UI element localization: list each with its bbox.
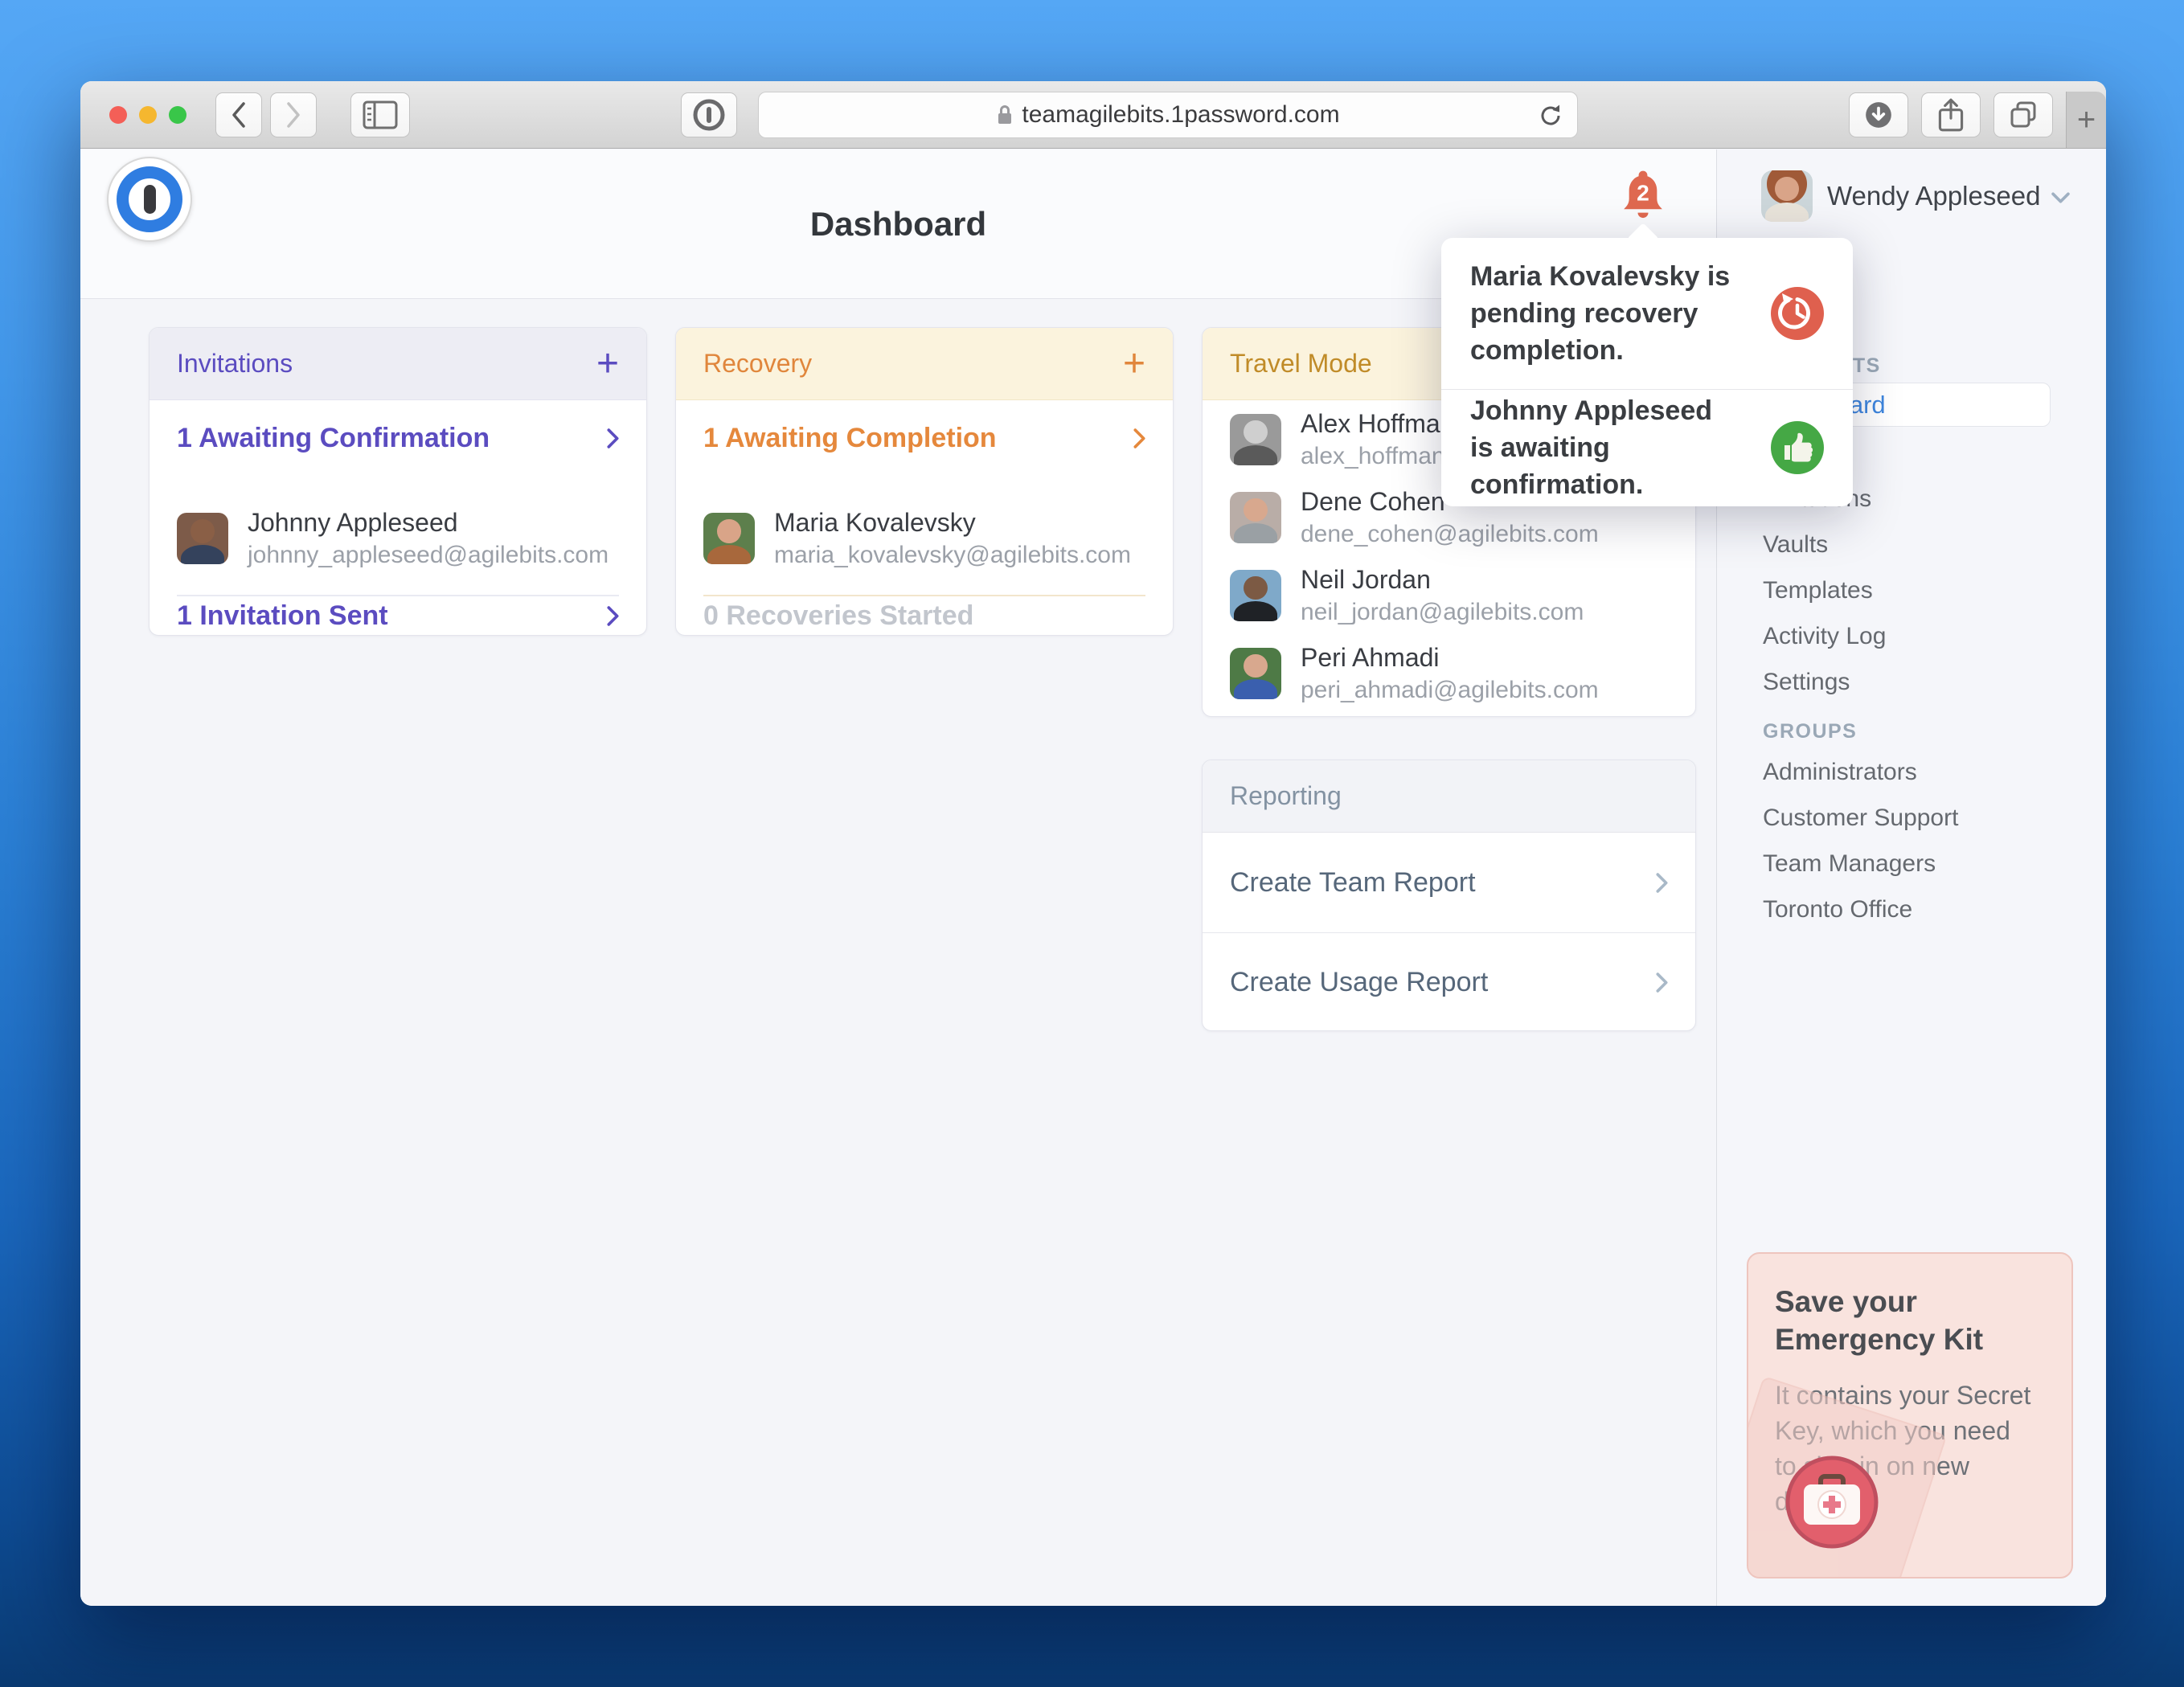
recoveries-started-row: 0 Recoveries Started — [676, 596, 1173, 635]
downloads-button[interactable] — [1849, 92, 1908, 137]
chevron-right-icon — [1133, 428, 1145, 448]
emergency-kit-title: Save your Emergency Kit — [1775, 1283, 2000, 1358]
add-invitation-button[interactable]: + — [596, 346, 619, 382]
awaiting-completion-link[interactable]: 1 Awaiting Completion — [676, 400, 1173, 476]
sidebar-item-vaults[interactable]: Vaults — [1763, 522, 1886, 567]
invitations-card-title: Invitations — [177, 349, 293, 379]
avatar — [177, 513, 228, 564]
invitation-person-row[interactable]: Johnny Appleseed johnny_appleseed@agileb… — [150, 476, 646, 595]
avatar — [1230, 570, 1281, 621]
notification-badge: 2 — [1637, 180, 1649, 205]
browser-titlebar: teamagilebits.1password.com — [80, 81, 2106, 149]
notification-item[interactable]: Maria Kovalevsky is pending recovery com… — [1441, 238, 1853, 389]
invitation-sent-link[interactable]: 1 Invitation Sent — [150, 596, 646, 635]
recovery-card-header: Recovery + — [676, 328, 1173, 400]
share-button[interactable] — [1921, 92, 1981, 137]
recovery-card-title: Recovery — [703, 349, 812, 379]
travel-person-row[interactable]: Peri Ahmadi peri_ahmadi@agilebits.com — [1203, 634, 1695, 712]
create-usage-report-link[interactable]: Create Usage Report — [1203, 932, 1695, 1031]
bell-icon: 2 — [1622, 169, 1664, 223]
tabs-icon — [2007, 99, 2039, 131]
recovery-card: Recovery + 1 Awaiting Completion Maria K… — [675, 327, 1174, 636]
sidebar-item-toronto-office[interactable]: Toronto Office — [1763, 886, 1958, 932]
chevron-down-icon — [2051, 192, 2070, 204]
zoom-window-button[interactable] — [169, 106, 186, 124]
download-icon — [1863, 100, 1894, 130]
notifications-popover: Maria Kovalevsky is pending recovery com… — [1441, 238, 1853, 506]
invitations-card-header: Invitations + — [150, 328, 646, 400]
person-email: johnny_appleseed@agilebits.com — [248, 539, 608, 571]
lock-icon — [996, 103, 1014, 127]
person-email: neil_jordan@agilebits.com — [1301, 596, 1584, 629]
account-name: Wendy Appleseed — [1827, 181, 2040, 211]
notification-item[interactable]: Johnny Appleseed is awaiting confirmatio… — [1441, 389, 1853, 506]
onepassword-extension-icon — [691, 97, 727, 133]
sidebar-item-activity-log[interactable]: Activity Log — [1763, 613, 1886, 659]
onepassword-extension-button[interactable] — [681, 92, 737, 137]
emergency-kit-card[interactable]: Save your Emergency Kit It contains your… — [1747, 1252, 2073, 1578]
person-name: Maria Kovalevsky — [774, 506, 1131, 539]
sidebar-toggle-button[interactable] — [350, 92, 410, 137]
person-email: dene_cohen@agilebits.com — [1301, 518, 1599, 551]
person-name: Neil Jordan — [1301, 563, 1584, 596]
account-menu[interactable]: Wendy Appleseed — [1761, 170, 2070, 222]
reporting-card: Reporting Create Team Report Create Usag… — [1202, 760, 1696, 1031]
reporting-card-header: Reporting — [1203, 760, 1695, 833]
travel-person-row[interactable]: Neil Jordan neil_jordan@agilebits.com — [1203, 556, 1695, 634]
share-icon — [1936, 96, 1966, 133]
travel-mode-card-title: Travel Mode — [1230, 349, 1372, 379]
url-text: teamagilebits.1password.com — [1022, 101, 1339, 129]
avatar — [1230, 492, 1281, 543]
invitations-card: Invitations + 1 Awaiting Confirmation Jo… — [149, 327, 647, 636]
person-email: peri_ahmadi@agilebits.com — [1301, 674, 1599, 706]
thumbs-up-icon — [1771, 421, 1824, 474]
chevron-right-icon — [1656, 972, 1668, 993]
sidebar-item-team-managers[interactable]: Team Managers — [1763, 841, 1958, 886]
address-bar[interactable]: teamagilebits.1password.com — [758, 92, 1578, 138]
sidebar-item-administrators[interactable]: Administrators — [1763, 749, 1958, 795]
notifications-button[interactable]: 2 — [1622, 169, 1664, 223]
chevron-right-icon — [607, 428, 619, 448]
person-name: Peri Ahmadi — [1301, 641, 1599, 674]
browser-window: teamagilebits.1password.com — [80, 81, 2106, 1606]
forward-button[interactable] — [270, 92, 317, 137]
sidebar-item-templates[interactable]: Templates — [1763, 567, 1886, 613]
reload-icon — [1537, 102, 1564, 129]
sidebar-item-customer-support[interactable]: Customer Support — [1763, 795, 1958, 841]
sidebar-item-settings[interactable]: Settings — [1763, 659, 1886, 705]
back-icon — [231, 102, 247, 128]
new-tab-button[interactable]: + — [2066, 92, 2106, 148]
avatar — [703, 513, 755, 564]
first-aid-kit-icon — [1784, 1454, 1880, 1554]
sidebar-nav: Invitations Vaults Templates Activity Lo… — [1763, 476, 1886, 705]
page-content: Dashboard 2 Invitations + 1 Awaiting Con… — [80, 149, 2106, 1606]
sidebar-icon — [363, 100, 398, 129]
back-button[interactable] — [215, 92, 262, 137]
chevron-right-icon — [607, 606, 619, 626]
tab-overview-button[interactable] — [1993, 92, 2053, 137]
chevron-right-icon — [1656, 873, 1668, 893]
avatar — [1761, 170, 1813, 222]
recovery-person-row[interactable]: Maria Kovalevsky maria_kovalevsky@agileb… — [676, 476, 1173, 595]
avatar — [1230, 414, 1281, 465]
close-window-button[interactable] — [109, 106, 127, 124]
person-email: maria_kovalevsky@agilebits.com — [774, 539, 1131, 571]
reporting-card-title: Reporting — [1230, 781, 1342, 811]
avatar — [1230, 648, 1281, 699]
forward-icon — [285, 102, 301, 128]
traffic-lights — [109, 106, 186, 124]
reload-button[interactable] — [1537, 102, 1564, 133]
add-recovery-button[interactable]: + — [1123, 346, 1145, 382]
new-tab-plus: + — [2077, 102, 2096, 138]
person-name: Johnny Appleseed — [248, 506, 608, 539]
groups-section-label: GROUPS — [1763, 720, 1857, 743]
sidebar-groups: Administrators Customer Support Team Man… — [1763, 749, 1958, 932]
create-team-report-link[interactable]: Create Team Report — [1203, 833, 1695, 932]
awaiting-confirmation-link[interactable]: 1 Awaiting Confirmation — [150, 400, 646, 476]
recovery-icon — [1771, 287, 1824, 340]
minimize-window-button[interactable] — [139, 106, 157, 124]
